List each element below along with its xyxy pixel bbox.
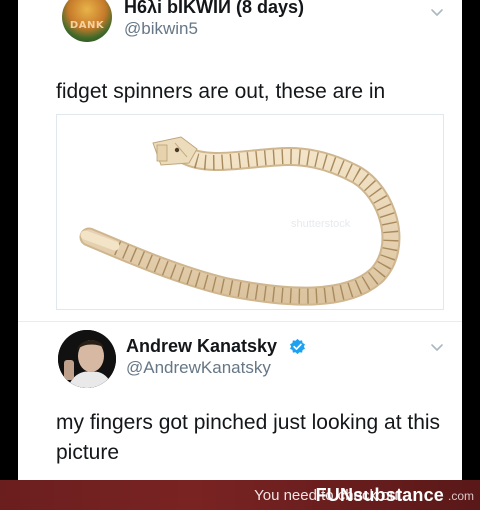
user-handle[interactable]: @bikwin5 [124, 19, 198, 39]
chevron-down-icon[interactable] [430, 8, 444, 18]
user-handle[interactable]: @AndrewKanatsky [126, 358, 271, 378]
tweet-text: fidget spinners are out, these are in [56, 80, 386, 103]
footer-brand[interactable]: FUNsubstance [316, 485, 444, 506]
verified-badge-icon [290, 338, 305, 355]
tweet-image[interactable]: shutterstock [56, 114, 444, 310]
tweet-text: my fingers got pinched just looking at t… [56, 411, 441, 464]
snake-head [152, 136, 198, 166]
avatar-photo [58, 330, 116, 388]
avatar-label: DANK [69, 20, 105, 31]
display-name[interactable]: H6λi bIKWIИ (8 days) [124, 0, 304, 18]
avatar[interactable]: DANK [62, 0, 112, 42]
footer-brand-suffix: .com [447, 489, 474, 503]
avatar[interactable] [58, 330, 116, 388]
tweet-reply[interactable]: Andrew Kanatsky @AndrewKanatsky my finge… [18, 322, 462, 480]
display-name[interactable]: Andrew Kanatsky [126, 336, 277, 357]
tweet-card: DANK H6λi bIKWIИ (8 days) @bikwin5 fidge… [18, 0, 462, 480]
site-footer-banner[interactable]: You need to check out FUNsubstance .com [0, 480, 480, 510]
chevron-down-icon[interactable] [430, 343, 444, 353]
wooden-snake-image: shutterstock [79, 136, 401, 306]
tweet-original[interactable]: DANK H6λi bIKWIИ (8 days) @bikwin5 fidge… [18, 0, 462, 322]
image-watermark: shutterstock [291, 218, 351, 230]
